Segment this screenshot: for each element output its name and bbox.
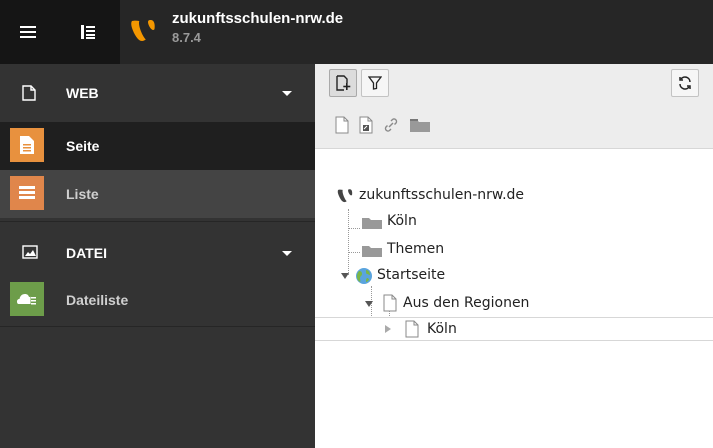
- new-page-drag-icons: [335, 116, 431, 134]
- module-filelist-icon: [10, 282, 44, 316]
- tree-node-koeln-folder[interactable]: Köln: [315, 210, 713, 234]
- expand-toggle[interactable]: [365, 301, 373, 307]
- tree-node-aus-den-regionen[interactable]: Aus den Regionen: [315, 292, 713, 316]
- site-identity[interactable]: zukunftsschulen-nrw.de 8.7.4: [120, 0, 713, 64]
- module-item-label: Seite: [66, 138, 100, 154]
- pagetree-toggle-button[interactable]: [60, 0, 116, 64]
- globe-icon: [356, 268, 372, 284]
- version-label: 8.7.4: [172, 30, 201, 45]
- new-page-icon: [336, 75, 351, 91]
- chevron-down-icon: [282, 91, 292, 96]
- hamburger-icon: [20, 26, 36, 38]
- module-group-label: DATEI: [66, 245, 107, 261]
- tree-node-themen[interactable]: Themen: [315, 238, 713, 262]
- tree-node-label: Köln: [387, 213, 417, 229]
- folder-icon: [362, 246, 382, 257]
- tree-node-label: Themen: [387, 241, 445, 257]
- pagetree-toolbar: [315, 64, 713, 149]
- module-item-seite[interactable]: Seite: [0, 122, 315, 170]
- tree-node-root[interactable]: zukunftsschulen-nrw.de: [315, 184, 713, 208]
- site-name: zukunftsschulen-nrw.de: [172, 10, 344, 27]
- topbar: zukunftsschulen-nrw.de 8.7.4: [0, 0, 713, 64]
- module-item-label: Liste: [66, 186, 99, 202]
- tree-node-startseite[interactable]: Startseite: [315, 264, 713, 288]
- new-page-button[interactable]: [329, 69, 357, 97]
- module-group-web[interactable]: WEB: [0, 64, 315, 122]
- chevron-down-icon: [282, 251, 292, 256]
- pagetree-toggle-icon: [81, 25, 95, 39]
- doc-icon: [383, 294, 397, 312]
- module-item-label: Dateiliste: [66, 292, 129, 308]
- image-icon: [22, 245, 38, 259]
- collapse-toggle[interactable]: [385, 325, 391, 333]
- doc-icon: [405, 320, 419, 338]
- shortcut-doc-icon[interactable]: [359, 116, 373, 134]
- page-icon: [22, 85, 36, 101]
- expand-toggle[interactable]: [341, 273, 349, 279]
- module-group-label: WEB: [66, 85, 99, 101]
- typo3-logo-icon: [337, 189, 353, 203]
- tree-node-label: Aus den Regionen: [403, 295, 530, 311]
- doc-icon[interactable]: [335, 116, 349, 134]
- module-page-icon: [10, 128, 44, 162]
- module-menu: WEB Seite Liste DATEI Dateiliste: [0, 64, 315, 448]
- module-list-icon: [10, 176, 44, 210]
- tree-node-label: Startseite: [377, 267, 446, 283]
- module-menu-toggle-button[interactable]: [0, 0, 56, 64]
- module-item-dateiliste[interactable]: Dateiliste: [0, 276, 315, 324]
- divider: [0, 326, 315, 327]
- refresh-icon: [679, 76, 691, 90]
- link-icon[interactable]: [383, 117, 399, 133]
- typo3-logo-icon: [131, 20, 155, 41]
- pagetree-panel: zukunftsschulen-nrw.de Köln Themen Start…: [315, 64, 713, 448]
- filter-button[interactable]: [361, 69, 389, 97]
- folder-icon: [362, 218, 382, 229]
- module-item-liste[interactable]: Liste: [0, 170, 315, 218]
- tree-node-label: zukunftsschulen-nrw.de: [359, 187, 525, 203]
- module-group-datei[interactable]: DATEI: [0, 224, 315, 282]
- folder-icon[interactable]: [409, 117, 431, 133]
- tree-node-koeln-page[interactable]: Köln: [315, 317, 713, 341]
- tree-node-label: Köln: [427, 321, 457, 337]
- refresh-button[interactable]: [671, 69, 699, 97]
- filter-icon: [368, 76, 382, 90]
- divider: [0, 221, 315, 222]
